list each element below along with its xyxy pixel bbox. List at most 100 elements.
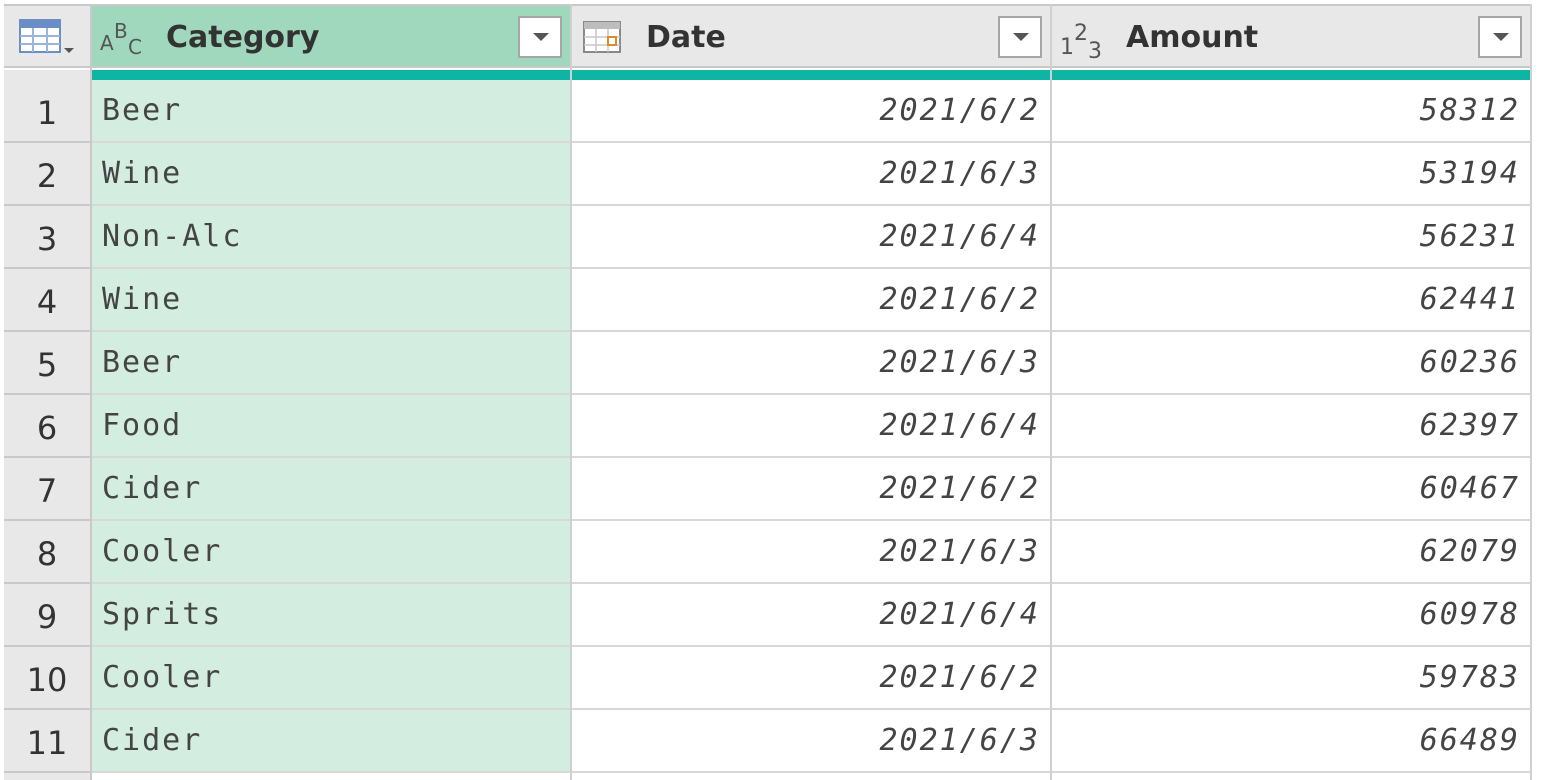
amount-cell[interactable]: 62079 [1052, 521, 1530, 584]
date-cell-value: 2021/6/3 [879, 156, 1040, 191]
column-divider [1050, 4, 1052, 780]
amount-cell[interactable]: 53194 [1052, 143, 1530, 206]
date-cell[interactable]: 2021/6/4 [572, 395, 1050, 458]
column-header-category[interactable]: A B C Category [92, 4, 572, 68]
chevron-down-icon [1493, 33, 1509, 41]
amount-cell[interactable]: 58312 [1052, 80, 1530, 143]
filter-dropdown-button[interactable] [998, 16, 1042, 58]
date-cell[interactable]: 2021/6/2 [572, 458, 1050, 521]
date-cell-value: 2021/6/2 [879, 282, 1040, 317]
date-cell-value: 2021/6/2 [879, 660, 1040, 695]
row-number[interactable]: 1 [4, 80, 90, 143]
category-cell[interactable]: Beer [92, 80, 570, 143]
row-number-value: 10 [26, 661, 68, 699]
date-cell[interactable]: 2021/6/3 [572, 710, 1050, 773]
column-divider [1530, 4, 1532, 780]
row-number[interactable]: 8 [4, 521, 90, 584]
category-cell-value: Cider [102, 471, 203, 506]
column-header-label: Date [646, 20, 726, 55]
date-cell[interactable]: 2021/6/2 [572, 269, 1050, 332]
row-number[interactable]: 6 [4, 395, 90, 458]
column-header-date[interactable]: Date [572, 4, 1052, 68]
row-number-value: 7 [36, 472, 58, 510]
row-number[interactable]: 10 [4, 647, 90, 710]
date-cell-value: 2021/6/3 [879, 345, 1040, 380]
amount-cell-value: 56231 [1419, 219, 1520, 254]
category-cell[interactable]: Cider [92, 458, 570, 521]
amount-cell[interactable]: 62441 [1052, 269, 1530, 332]
table-menu-button[interactable] [4, 4, 92, 68]
amount-cell-value: 62079 [1419, 534, 1520, 569]
date-cell-value: 2021/6/2 [879, 93, 1040, 128]
amount-cell-value: 66489 [1419, 723, 1520, 758]
date-cell[interactable]: 2021/6/3 [572, 332, 1050, 395]
row-number[interactable]: 4 [4, 269, 90, 332]
row-number[interactable]: 5 [4, 332, 90, 395]
amount-cell-value: 62397 [1419, 408, 1520, 443]
amount-cell[interactable]: 60978 [1052, 584, 1530, 647]
row-number-value: 4 [36, 283, 58, 321]
date-type-icon [583, 21, 621, 53]
category-cell[interactable]: Cooler [92, 521, 570, 584]
date-cell-value: 2021/6/3 [879, 723, 1040, 758]
row-number-value: 9 [36, 598, 58, 636]
date-cell[interactable]: 2021/6/4 [572, 206, 1050, 269]
category-cell-value: Beer [102, 93, 183, 128]
category-cell[interactable]: Cider [92, 710, 570, 773]
column-quality-bar [1052, 70, 1530, 80]
amount-cell[interactable]: 60467 [1052, 458, 1530, 521]
column-divider [90, 4, 92, 780]
filter-dropdown-button[interactable] [1478, 16, 1522, 58]
date-cell-value: 2021/6/4 [879, 597, 1040, 632]
date-cell[interactable]: 2021/6/2 [572, 80, 1050, 143]
row-number[interactable]: 2 [4, 143, 90, 206]
row-number[interactable]: 11 [4, 710, 90, 773]
category-cell-value: Cider [102, 723, 203, 758]
chevron-down-icon [1013, 33, 1029, 41]
column-quality-bar [572, 70, 1050, 80]
chevron-down-icon [533, 33, 549, 41]
category-cell[interactable]: Non-Alc [92, 206, 570, 269]
row-number[interactable]: 3 [4, 206, 90, 269]
row-number-value: 1 [36, 94, 58, 132]
category-cell-value: Cooler [102, 660, 223, 695]
row-number[interactable]: 9 [4, 584, 90, 647]
svg-text:1: 1 [1060, 35, 1074, 60]
category-cell-value: Beer [102, 345, 183, 380]
date-cell-value: 2021/6/3 [879, 534, 1040, 569]
category-cell[interactable]: Wine [92, 269, 570, 332]
row-number-value: 6 [36, 409, 58, 447]
row-number-value: 11 [26, 724, 68, 762]
svg-text:A: A [100, 31, 114, 55]
amount-cell[interactable]: 56231 [1052, 206, 1530, 269]
category-cell[interactable]: Wine [92, 143, 570, 206]
date-cell[interactable]: 2021/6/3 [572, 143, 1050, 206]
date-cell[interactable]: 2021/6/4 [572, 584, 1050, 647]
row-number-value: 5 [36, 346, 58, 384]
date-cell-value: 2021/6/4 [879, 408, 1040, 443]
svg-text:3: 3 [1088, 39, 1102, 62]
column-header-label: Amount [1126, 20, 1259, 55]
filter-dropdown-button[interactable] [518, 16, 562, 58]
amount-cell[interactable]: 66489 [1052, 710, 1530, 773]
svg-text:B: B [114, 19, 128, 43]
row-number[interactable]: 7 [4, 458, 90, 521]
svg-text:2: 2 [1074, 21, 1088, 46]
column-header-amount[interactable]: 1 2 3 Amount [1052, 4, 1532, 68]
category-cell-value: Cooler [102, 534, 223, 569]
amount-cell[interactable]: 62397 [1052, 395, 1530, 458]
date-cell[interactable]: 2021/6/3 [572, 521, 1050, 584]
date-cell[interactable]: 2021/6/2 [572, 647, 1050, 710]
category-cell[interactable]: Beer [92, 332, 570, 395]
category-cell[interactable]: Food [92, 395, 570, 458]
category-cell[interactable]: Sprits [92, 584, 570, 647]
svg-text:C: C [128, 35, 142, 58]
amount-cell[interactable]: 59783 [1052, 647, 1530, 710]
category-cell-value: Food [102, 408, 183, 443]
amount-cell[interactable]: 60236 [1052, 332, 1530, 395]
category-cell[interactable]: Cooler [92, 647, 570, 710]
column-divider [570, 4, 572, 780]
amount-cell-value: 60467 [1419, 471, 1520, 506]
category-cell-value: Non-Alc [102, 219, 243, 254]
date-cell-value: 2021/6/2 [879, 471, 1040, 506]
